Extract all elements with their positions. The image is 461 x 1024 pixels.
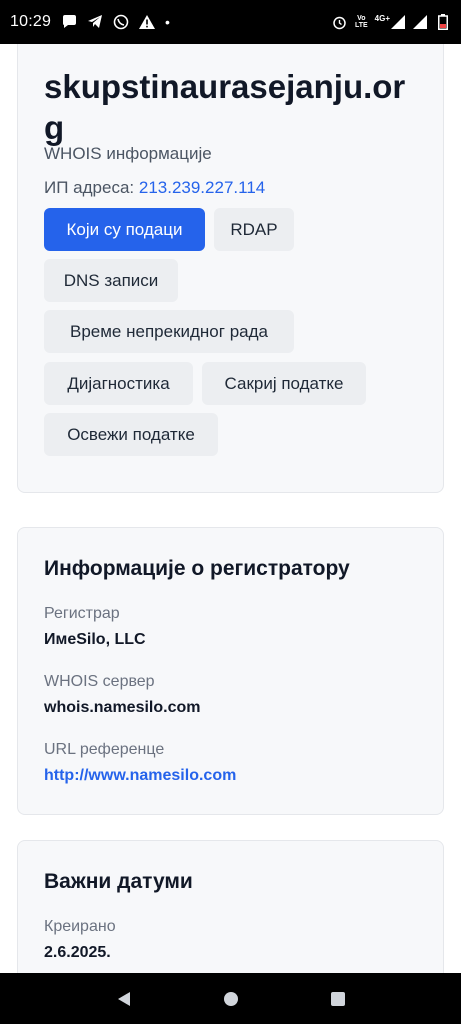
viber-icon [113, 14, 129, 30]
ip-address-link[interactable]: 213.239.227.114 [139, 178, 265, 197]
created-value: 2.6.2025. [44, 944, 111, 961]
registrar-value: ИмеSilo, LLC [44, 631, 146, 648]
url-reference-label: URL референце [44, 741, 165, 758]
url-reference-link[interactable]: http://www.namesilo.com [44, 767, 236, 785]
battery-icon [435, 14, 451, 30]
dates-card: Важни датуми Креирано 2.6.2025. [17, 840, 444, 973]
whois-server-value: whois.namesilo.com [44, 699, 201, 716]
telegram-icon [87, 14, 103, 30]
page-content[interactable]: skupstinaurasejanju.org WHOIS информациј… [0, 44, 461, 973]
dns-records-button[interactable]: DNS записи [44, 259, 178, 302]
diagnostics-button[interactable]: Дијагностика [44, 362, 193, 405]
status-time: 10:29 [10, 13, 52, 30]
home-button[interactable] [211, 979, 251, 1019]
registrar-label: Регистрар [44, 605, 120, 622]
notification-dot: • [165, 14, 170, 30]
recents-button[interactable] [318, 979, 358, 1019]
whois-subtitle: WHOIS информације [44, 144, 212, 163]
whois-data-button[interactable]: Који су подаци [44, 208, 205, 251]
registrar-section-title: Информације о регистратору [44, 557, 350, 580]
recents-square-icon [330, 991, 345, 1006]
ip-address-row: ИП адреса: 213.239.227.114 [44, 178, 265, 198]
uptime-button[interactable]: Време непрекидног рада [44, 310, 294, 353]
created-label: Креирано [44, 918, 116, 935]
volte-indicator: Vo LTE [354, 15, 368, 29]
dates-section-title: Важни датуми [44, 870, 193, 893]
alarm-icon [332, 14, 348, 30]
back-button[interactable] [104, 979, 144, 1019]
signal-icon [391, 15, 405, 29]
warning-icon [139, 14, 156, 30]
domain-card: skupstinaurasejanju.org WHOIS информациј… [17, 44, 444, 493]
home-circle-icon [223, 991, 238, 1006]
refresh-data-button[interactable]: Освежи податке [44, 413, 218, 456]
chat-bubble-icon [61, 14, 77, 30]
whois-server-label: WHOIS сервер [44, 673, 155, 690]
status-bar: 10:29 • Vo LTE 4G+ [0, 0, 461, 44]
signal-icon-2 [412, 14, 428, 30]
signal-1: 4G+ [375, 15, 405, 29]
rdap-button[interactable]: RDAP [214, 208, 294, 251]
ip-label: ИП адреса: [44, 178, 135, 197]
domain-title: skupstinaurasejanju.org [44, 68, 406, 146]
registrar-card: Информације о регистратору Регистрар Име… [17, 527, 444, 815]
hide-data-button[interactable]: Сакриј податке [202, 362, 366, 405]
system-nav-bar [0, 973, 461, 1024]
back-triangle-icon [117, 991, 130, 1006]
